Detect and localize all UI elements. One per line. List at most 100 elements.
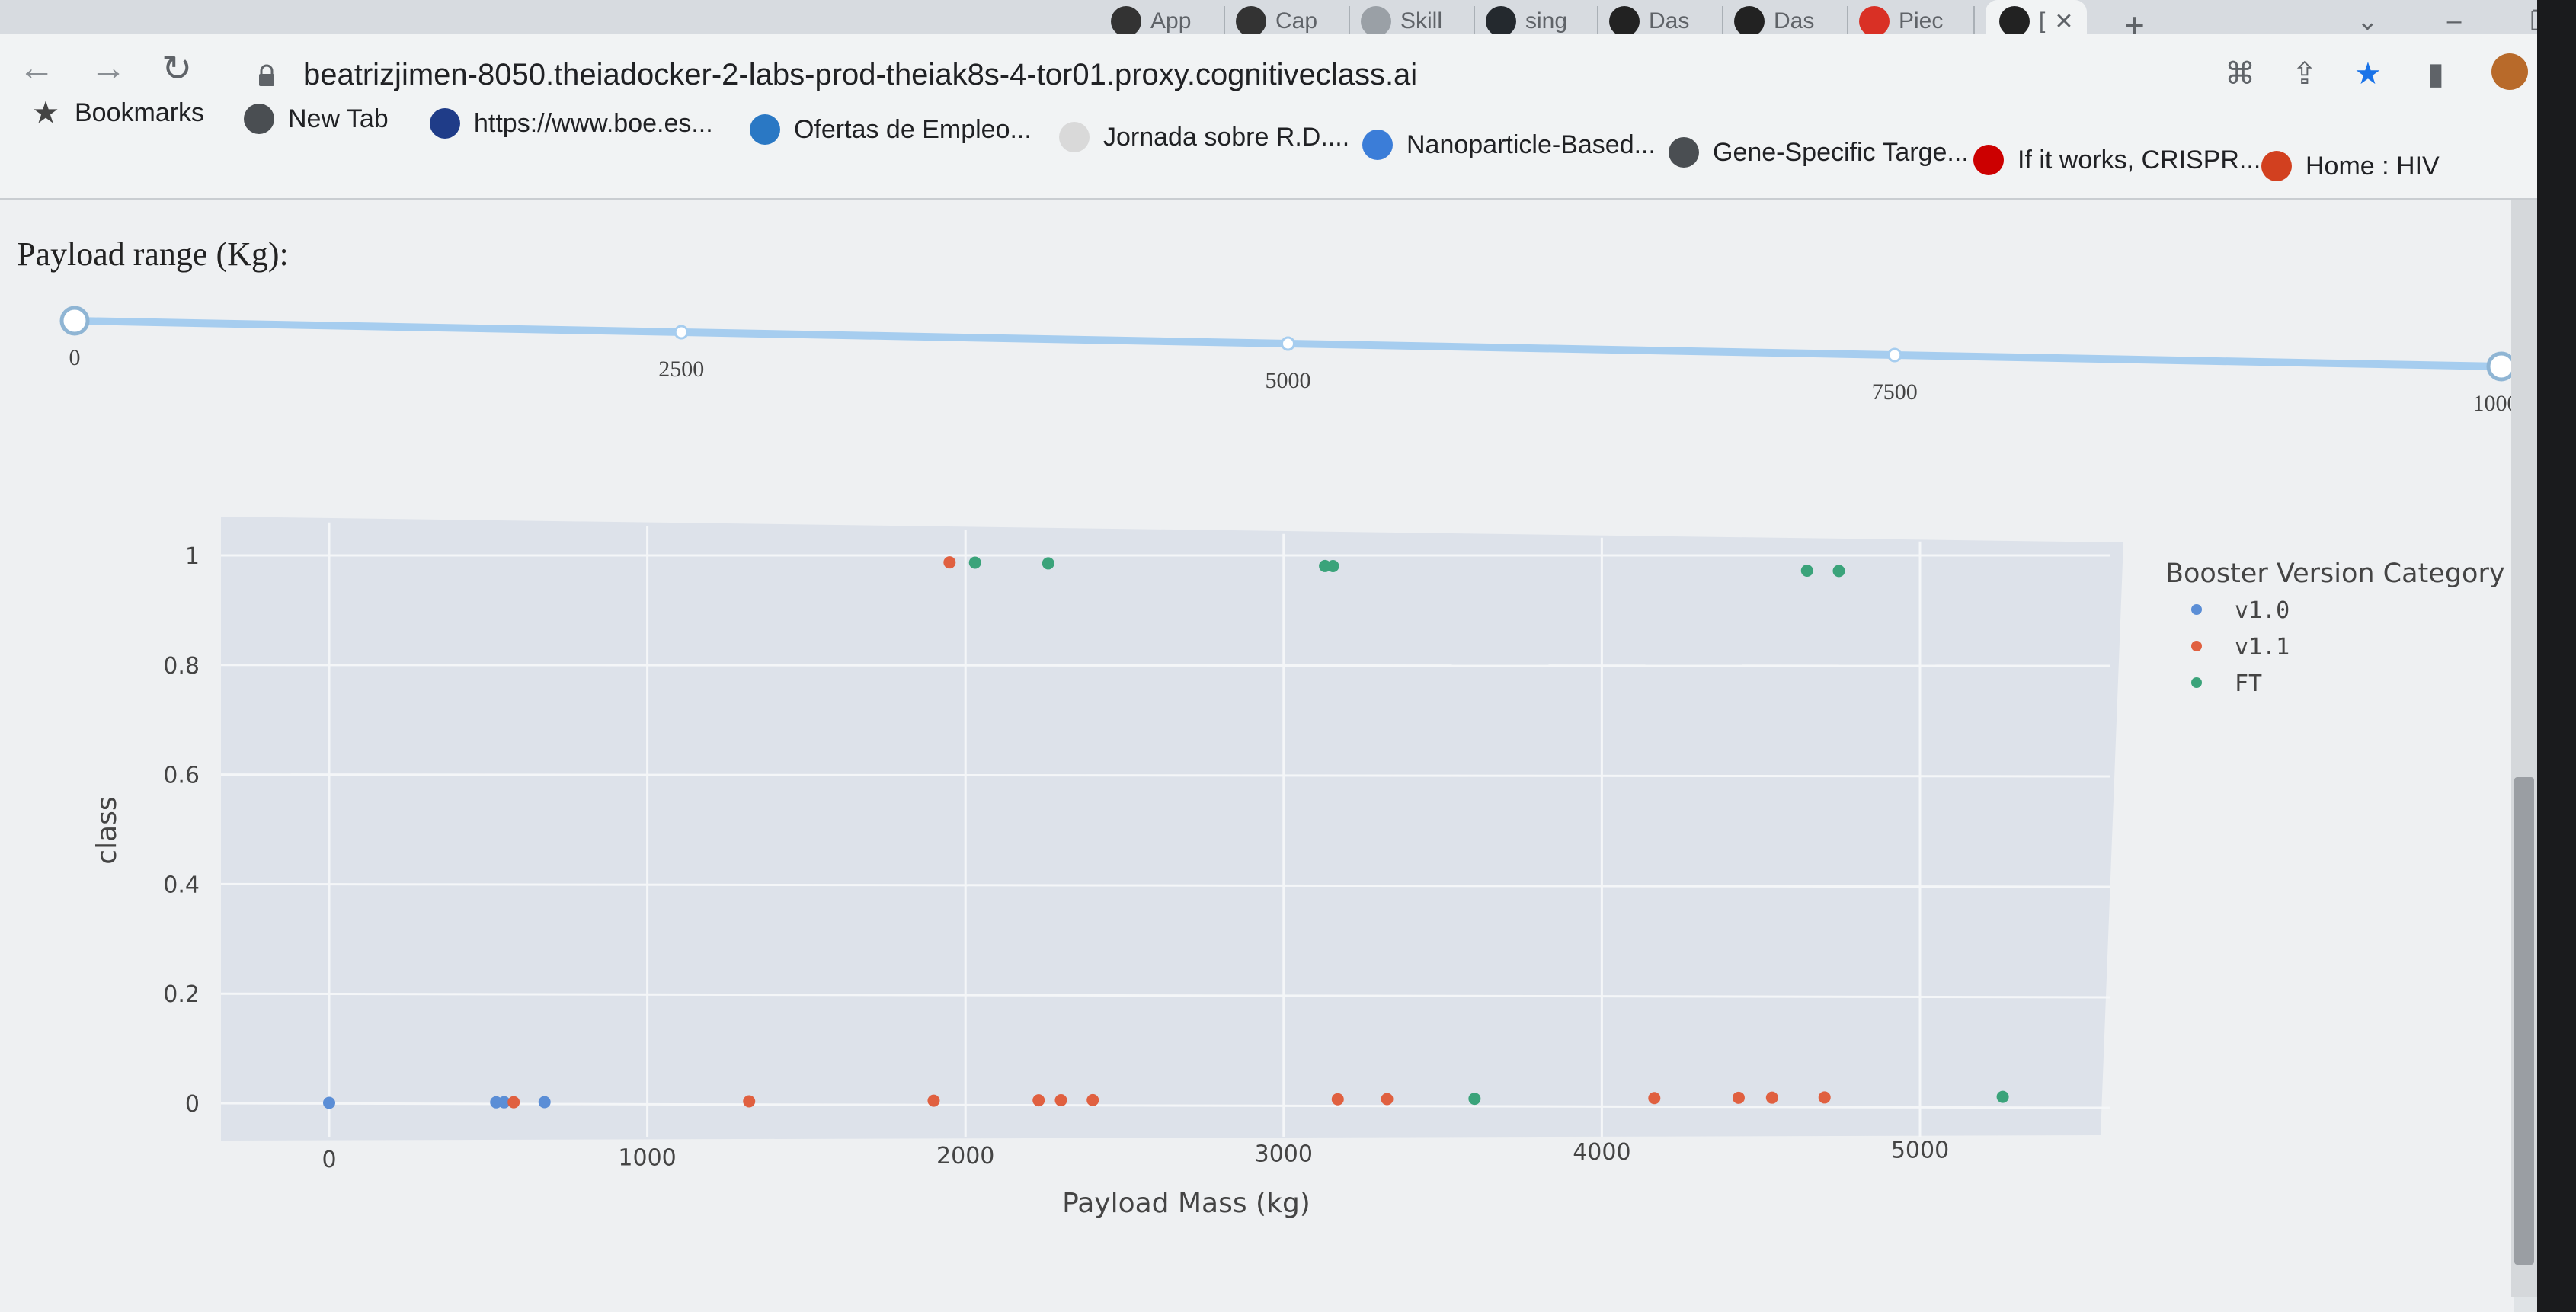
bookmark-7[interactable]: If it works, CRISPR... — [1973, 145, 2261, 175]
window-controls: ⌄ – ❐ — [2357, 6, 2553, 37]
translate-icon[interactable]: ⌘ — [2225, 56, 2255, 91]
slider-mark-label[interactable]: 10000 — [2473, 391, 2512, 416]
reload-icon[interactable]: ↻ — [162, 47, 192, 90]
bookmark-8[interactable]: Home : HIV — [2261, 151, 2440, 181]
tab-separator — [1597, 6, 1598, 37]
point-v1.1[interactable] — [1818, 1091, 1831, 1104]
point-v1.1[interactable] — [1732, 1091, 1745, 1104]
bookmark-6[interactable]: Gene-Specific Targe... — [1669, 137, 1969, 168]
cnn-icon — [1973, 145, 2004, 175]
point-v1.1[interactable] — [927, 1094, 940, 1107]
back-icon[interactable]: ← — [18, 47, 55, 89]
bookmark-label: If it works, CRISPR... — [2018, 145, 2261, 174]
x-axis-label: Payload Mass (kg) — [1062, 1188, 1310, 1219]
point-FT[interactable] — [1468, 1093, 1481, 1106]
y-axis-label: class — [91, 796, 123, 864]
address-bar[interactable]: beatrizjimen-8050.theiadocker-2-labs-pro… — [303, 58, 1417, 92]
bookmark-label: Nanoparticle-Based... — [1406, 130, 1656, 159]
tab-favicon-icon — [1111, 6, 1141, 37]
tab-separator — [1349, 6, 1350, 37]
tab-favicon-icon — [1859, 6, 1890, 37]
legend-label-v1.0[interactable]: v1.0 — [2235, 597, 2290, 624]
slider-mark-dot[interactable] — [674, 325, 689, 340]
point-v1.1[interactable] — [507, 1096, 520, 1109]
point-FT[interactable] — [968, 556, 981, 569]
bookmark-0[interactable]: ★ Bookmarks — [30, 98, 204, 128]
slider-mark-label[interactable]: 2500 — [658, 357, 704, 382]
bookmark-5[interactable]: Nanoparticle-Based... — [1362, 130, 1656, 160]
point-v1.0[interactable] — [323, 1096, 335, 1109]
avatar[interactable] — [2491, 53, 2528, 90]
tab-separator — [1224, 6, 1225, 37]
point-FT[interactable] — [1042, 557, 1054, 570]
star-icon: ★ — [33, 97, 59, 128]
point-v1.1[interactable] — [1032, 1094, 1045, 1107]
legend[interactable]: Booster Version Category v1.0 v1.1 FT — [2165, 558, 2505, 697]
legend-marker-v1.1[interactable] — [2191, 641, 2202, 651]
tab-search-icon[interactable]: ⌄ — [2357, 6, 2379, 37]
point-FT[interactable] — [1800, 564, 1813, 577]
slider-handle-min[interactable] — [59, 306, 90, 336]
forward-icon[interactable]: → — [90, 47, 126, 89]
payload-range-slider[interactable]: 0 2500 5000 7500 10000 — [59, 306, 2512, 416]
point-v1.1[interactable] — [743, 1095, 756, 1108]
bookmark-3[interactable]: Ofertas de Empleo... — [750, 114, 1032, 145]
tab-favicon-icon — [1609, 6, 1640, 37]
bookmark-label: Jornada sobre R.D.... — [1103, 122, 1350, 152]
x-tick-label: 0 — [322, 1147, 336, 1173]
tab-label: Skill — [1400, 8, 1443, 34]
point-v1.1[interactable] — [943, 556, 956, 569]
slider-marks: 0 2500 5000 7500 10000 — [69, 325, 2512, 416]
point-v1.1[interactable] — [1331, 1093, 1344, 1106]
legend-marker-v1.0[interactable] — [2191, 604, 2202, 615]
s-icon — [1362, 130, 1393, 160]
point-v1.1[interactable] — [1086, 1093, 1099, 1106]
tab-favicon-icon — [1999, 6, 2030, 37]
y-tick-label: 0.8 — [163, 653, 200, 680]
bookmark-label: Home : HIV — [2306, 151, 2440, 181]
side-panel-icon[interactable]: ▮ — [2427, 56, 2444, 91]
share-icon[interactable]: ⇪ — [2292, 56, 2318, 91]
bookmark-2[interactable]: https://www.boe.es... — [430, 108, 713, 139]
y-tick-label: 0.4 — [163, 872, 200, 898]
bookmark-label: New Tab — [288, 104, 389, 133]
legend-label-FT[interactable]: FT — [2235, 670, 2262, 697]
legend-marker-FT[interactable] — [2191, 677, 2202, 688]
slider-handle-max[interactable] — [2486, 351, 2511, 382]
point-v1.1[interactable] — [1765, 1091, 1778, 1104]
agua-icon — [750, 114, 780, 145]
minimize-icon[interactable]: – — [2447, 6, 2462, 37]
y-tick-label: 1 — [185, 543, 200, 570]
bookmark-4[interactable]: Jornada sobre R.D.... — [1059, 122, 1349, 152]
x-tick-label: 4000 — [1573, 1139, 1630, 1166]
tab-separator — [1847, 6, 1848, 37]
tab-close-icon[interactable]: ✕ — [2054, 8, 2073, 35]
point-v1.1[interactable] — [1648, 1092, 1661, 1105]
palm-icon — [1059, 122, 1090, 152]
tab-label: sing — [1525, 8, 1568, 34]
point-v1.1[interactable] — [1381, 1093, 1394, 1106]
slider-mark-dot[interactable] — [1887, 347, 1902, 363]
bookmark-1[interactable]: New Tab — [244, 104, 389, 134]
x-tick-label: 5000 — [1891, 1138, 1949, 1164]
slider-mark-dot[interactable] — [1281, 336, 1295, 351]
lock-icon[interactable] — [258, 64, 276, 87]
payload-chart: 0 2500 5000 7500 10000 0 1000 2000 3000 4000 5000… — [59, 306, 2512, 1219]
tab-separator — [1474, 6, 1475, 37]
scrollbar-thumb[interactable] — [2514, 777, 2534, 1265]
tab-favicon-icon — [1486, 6, 1516, 37]
y-gridline — [220, 664, 2111, 667]
x-tick-label: 3000 — [1255, 1141, 1313, 1168]
bookmark-star-icon[interactable]: ★ — [2354, 56, 2382, 91]
y-tick-label: 0.2 — [163, 981, 200, 1008]
point-FT[interactable] — [1326, 560, 1339, 573]
point-FT[interactable] — [1996, 1090, 2009, 1103]
point-FT[interactable] — [1832, 565, 1845, 578]
point-v1.0[interactable] — [538, 1096, 551, 1109]
slider-mark-label[interactable]: 0 — [69, 345, 81, 370]
tab-favicon-icon — [1236, 6, 1266, 37]
slider-mark-label[interactable]: 5000 — [1266, 368, 1311, 393]
legend-label-v1.1[interactable]: v1.1 — [2235, 634, 2290, 661]
point-v1.1[interactable] — [1054, 1094, 1067, 1107]
slider-mark-label[interactable]: 7500 — [1872, 379, 1918, 405]
